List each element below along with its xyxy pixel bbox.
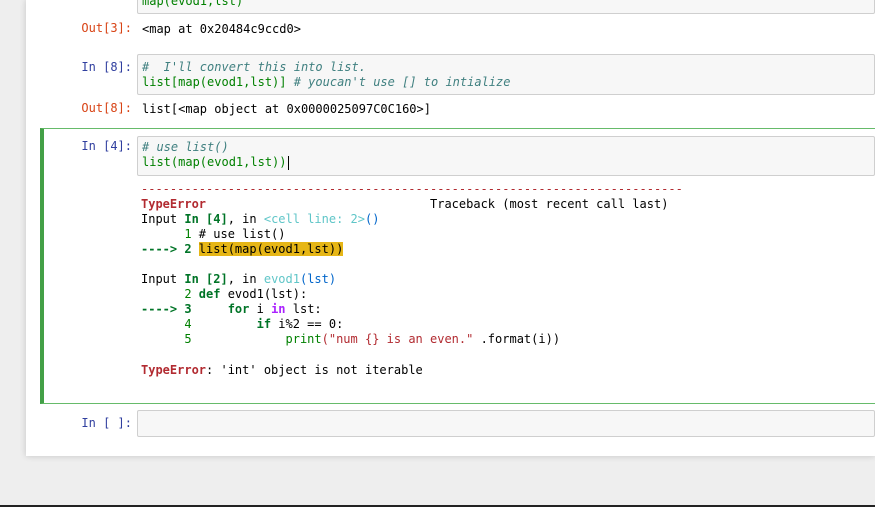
frame-in-word: , in <box>228 212 264 226</box>
traceback-header: TypeError <box>141 197 206 212</box>
frame2-line5: 5 print("num {} is an even." .format(i)) <box>141 332 560 347</box>
notebook-page: map(evod1,lst) Out[3]: <map at 0x20484c9… <box>26 0 875 456</box>
line-number: 4 <box>141 317 199 331</box>
line-code: evod1(lst): <box>220 287 307 301</box>
in-prompt-empty: In [ ]: <box>26 416 132 430</box>
frame-in-label: In [4] <box>184 212 227 226</box>
frame1-line2: ----> 2 list(map(evod1,lst)) <box>141 242 343 257</box>
code-inline-comment: # youcan't use [] to intialize <box>287 75 511 89</box>
line-code: i%2 == 0: <box>271 317 343 331</box>
code-line: list[map(evod1,lst)] # youcan't use [] t… <box>142 75 510 90</box>
text-cursor <box>288 156 289 170</box>
code-expression: list(map(evod1,lst)) <box>142 155 287 169</box>
in-prompt-4: In [4]: <box>26 139 132 153</box>
frame2-line2: 2 def evod1(lst): <box>141 287 307 302</box>
code-comment: # I'll convert this into list. <box>142 60 366 75</box>
frame-in-label: In [2] <box>184 272 227 286</box>
final-error: TypeError: 'int' object is not iterable <box>141 363 423 378</box>
out-prompt-8: Out[8]: <box>26 101 132 115</box>
code-comment: # use list() <box>142 140 229 155</box>
frame-args: (lst) <box>300 272 336 286</box>
in-prompt-8: In [8]: <box>26 60 132 74</box>
line-number: 1 <box>141 227 199 241</box>
frame-input-word: Input <box>141 212 184 226</box>
line-code: .format(i)) <box>473 332 560 346</box>
error-arrow: ----> 2 <box>141 242 199 256</box>
error-type: TypeError <box>141 363 206 377</box>
highlighted-code: list(map(evod1,lst)) <box>199 242 344 256</box>
line-code: i <box>249 302 271 316</box>
code-expression: list[map(evod1,lst)] <box>142 75 287 89</box>
code-line: list(map(evod1,lst)) <box>142 155 289 170</box>
keyword: def <box>199 287 221 301</box>
frame2-line4: 4 if i%2 == 0: <box>141 317 343 332</box>
keyword: for <box>228 302 250 316</box>
code-line: map(evod1,lst) <box>142 0 243 9</box>
code-cell-empty[interactable] <box>137 410 875 437</box>
code-cell-partial[interactable]: map(evod1,lst) <box>137 0 875 14</box>
frame-location: <cell line: 2> <box>264 212 365 226</box>
line-code: # use list() <box>199 227 286 241</box>
line-number: 5 <box>141 332 199 346</box>
builtin-func: print <box>286 332 322 346</box>
output-text-3: <map at 0x20484c9ccd0> <box>142 22 301 36</box>
error-message: : 'int' object is not iterable <box>206 363 423 377</box>
frame-input-word: Input <box>141 272 184 286</box>
traceback-header-right: Traceback (most recent call last) <box>430 197 668 212</box>
error-arrow: ----> 3 <box>141 302 199 316</box>
frame2-header: Input In [2], in evod1(lst) <box>141 272 336 287</box>
frame-func: evod1 <box>264 272 300 286</box>
line-number: 2 <box>141 287 199 301</box>
out-prompt-3: Out[3]: <box>26 21 132 35</box>
frame1-line1: 1 # use list() <box>141 227 286 242</box>
frame1-header: Input In [4], in <cell line: 2>() <box>141 212 379 227</box>
error-type: TypeError <box>141 197 206 211</box>
frame2-line3: ----> 3 for i in lst: <box>141 302 322 317</box>
keyword-in: in <box>271 302 285 316</box>
keyword: if <box>257 317 271 331</box>
string-literal: ("num {} is an even." <box>322 332 474 346</box>
line-code: lst: <box>286 302 322 316</box>
code-cell-8[interactable]: # I'll convert this into list. list[map(… <box>137 54 875 95</box>
code-cell-4[interactable]: # use list() list(map(evod1,lst)) <box>137 136 875 176</box>
output-text-8: list[<map object at 0x0000025097C0C160>] <box>142 102 431 116</box>
frame-in-word: , in <box>228 272 264 286</box>
traceback-dashes: ----------------------------------------… <box>141 182 683 197</box>
frame-parens: () <box>365 212 379 226</box>
